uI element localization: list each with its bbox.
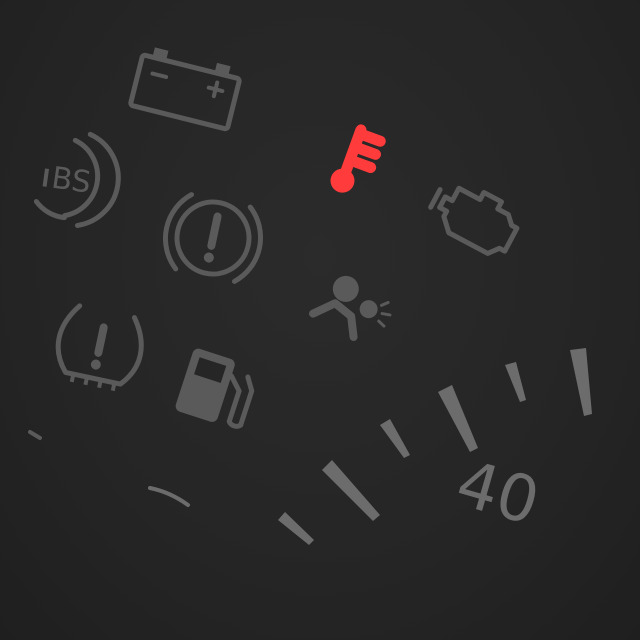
major-tick (438, 385, 478, 452)
instrument-cluster: BS 40 (28, 47, 592, 545)
battery-warning-icon (128, 47, 242, 132)
major-tick (570, 348, 592, 416)
minor-tick (380, 419, 410, 458)
minor-tick (28, 430, 42, 440)
minor-tick (148, 486, 190, 507)
abs-warning-icon: BS (33, 131, 121, 229)
minor-tick (505, 362, 526, 402)
brake-warning-icon (162, 192, 264, 284)
major-tick (322, 460, 380, 521)
fuel-level-icon (175, 348, 255, 429)
minor-tick (278, 512, 314, 545)
check-engine-icon (428, 185, 520, 256)
tire-pressure-warning-icon (55, 303, 144, 392)
speedometer-label: 40 (448, 447, 547, 541)
coolant-temperature-warning-icon (330, 124, 386, 193)
abs-text: BS (49, 161, 93, 201)
airbag-warning-icon (309, 275, 392, 341)
